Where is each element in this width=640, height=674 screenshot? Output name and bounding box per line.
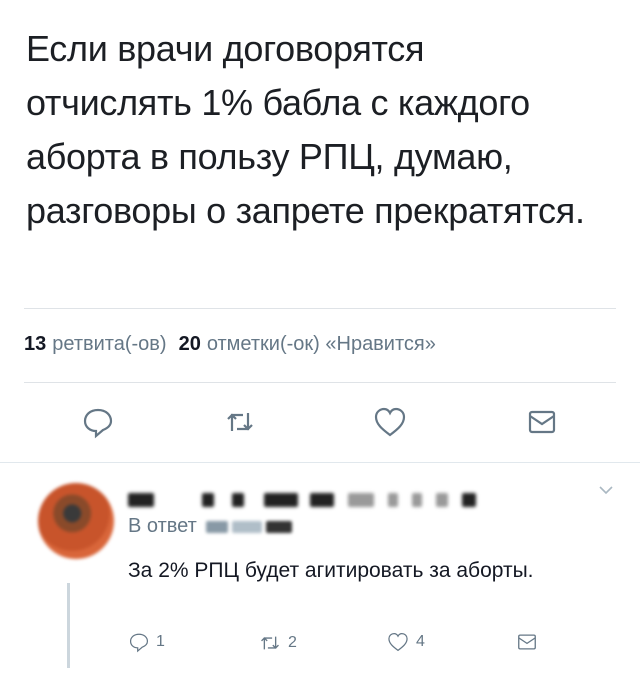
like-button[interactable] — [368, 400, 412, 444]
retweet-icon — [261, 636, 279, 650]
share-icon — [518, 634, 536, 650]
reply-retweet-button[interactable]: 2 — [258, 631, 297, 655]
reply-icon — [129, 633, 149, 653]
retweet-button[interactable] — [218, 400, 262, 444]
in-reply-to: В ответ — [128, 515, 293, 538]
reply-tweet[interactable]: В ответ За 2% РПЦ будет агитировать за а… — [0, 463, 640, 674]
chevron-down-icon — [599, 486, 613, 495]
tweet-actions — [0, 400, 640, 448]
redacted-handle[interactable] — [206, 520, 229, 533]
retweet-icon — [227, 413, 253, 431]
share-button[interactable] — [520, 400, 564, 444]
retweets-count: 13 — [24, 333, 47, 355]
tweet-text: Если врачи договорятся отчислять 1% бабл… — [26, 28, 585, 231]
divider — [24, 308, 616, 309]
reply-button[interactable] — [76, 400, 120, 444]
reply-share-button[interactable] — [516, 631, 538, 653]
tweet-stats: 13 ретвита(-ов) 20 отметки(-ок) «Нравится» — [24, 333, 436, 356]
more-options-button[interactable] — [598, 483, 614, 501]
like-count: 4 — [416, 633, 425, 650]
reply-actions: 1 2 4 — [0, 631, 640, 663]
reply-text: За 2% РПЦ будет агитировать за аборты. — [128, 559, 534, 582]
like-icon — [388, 632, 408, 652]
retweet-count: 2 — [288, 634, 297, 651]
reply-like-button[interactable]: 4 — [386, 631, 425, 653]
like-icon — [374, 407, 406, 437]
likes-count: 20 — [178, 333, 201, 355]
likes-stat[interactable]: 20 отметки(-ок) «Нравится» — [179, 333, 436, 355]
likes-label: отметки(-ок) «Нравится» — [206, 333, 436, 355]
divider — [24, 382, 616, 383]
reply-count: 1 — [156, 633, 165, 650]
retweets-stat[interactable]: 13 ретвита(-ов) — [24, 333, 167, 355]
reply-reply-button[interactable]: 1 — [128, 631, 165, 653]
reply-icon — [83, 408, 113, 439]
in-reply-prefix: В ответ — [128, 515, 197, 537]
share-icon — [528, 410, 556, 434]
retweets-label: ретвита(-ов) — [52, 333, 167, 355]
avatar[interactable] — [38, 483, 114, 559]
